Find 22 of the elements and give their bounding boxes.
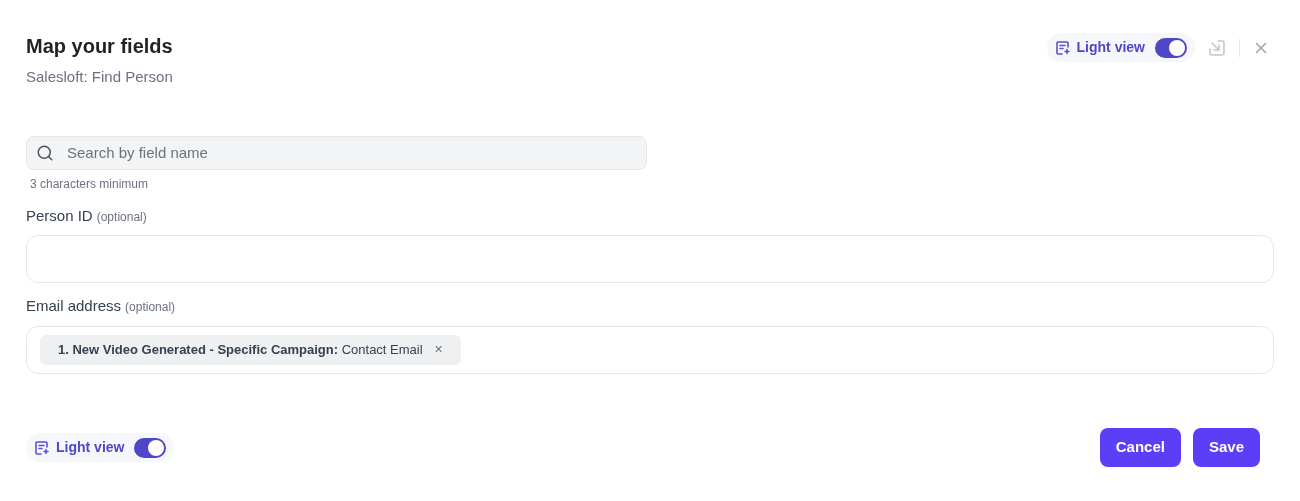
light-view-toggle[interactable]: [134, 437, 167, 458]
note-sparkle-icon: [1054, 39, 1071, 56]
dialog-subtitle: Salesloft: Find Person: [26, 67, 173, 87]
light-view-label: Light view: [56, 438, 125, 457]
mapping-field[interactable]: [26, 235, 1274, 283]
light-view-label: Light view: [1076, 38, 1145, 57]
optional-label: (optional): [125, 299, 176, 316]
dialog-title: Map your fields: [26, 34, 173, 58]
optional-label: (optional): [96, 208, 147, 226]
search-field[interactable]: Search by field name: [26, 135, 647, 170]
search-hint: 3 characters minimum: [29, 175, 150, 193]
chip-text: 1. New Video Generated - Specific Campaign: Contact Email: [58, 340, 423, 359]
search-icon: [36, 143, 54, 162]
remove-chip-button[interactable]: ×: [434, 339, 443, 360]
save-button[interactable]: Save: [1192, 428, 1260, 467]
light-view-toggle[interactable]: [1155, 37, 1187, 58]
mapping-field[interactable]: 1. New Video Generated - Specific Campaign: Contact Email ×: [26, 325, 1274, 374]
collapse-icon[interactable]: [1207, 37, 1227, 58]
field-label: Person ID: [26, 205, 93, 226]
field-label: Email address: [26, 296, 122, 316]
cancel-button[interactable]: Cancel: [1099, 428, 1181, 467]
note-sparkle-icon: [34, 439, 50, 456]
